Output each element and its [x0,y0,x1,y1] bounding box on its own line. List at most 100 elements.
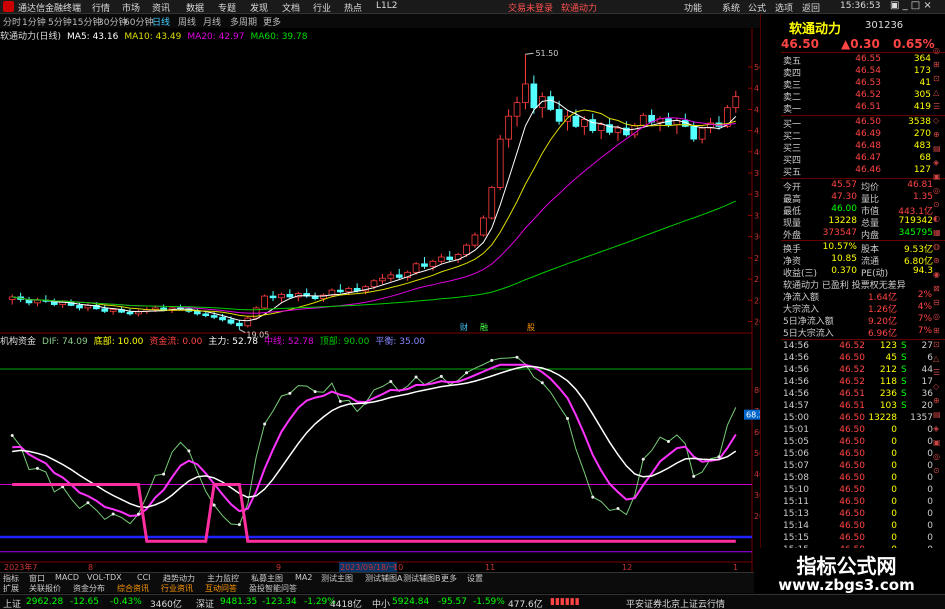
index-zx-label[interactable]: 中小 [372,597,390,609]
tick-time: 15:00 [783,413,809,423]
menu-item[interactable]: L1L2 [376,1,397,11]
period-tab[interactable]: 分时 [3,15,21,28]
index-zx-value: 5924.84 [392,597,430,607]
period-tab[interactable]: 多周期 [230,15,257,28]
menu-item[interactable]: 热点 [344,1,362,14]
tick-time: 15:08 [783,473,809,483]
period-tab[interactable]: 5分钟 [48,15,72,28]
menu-item[interactable]: 公式 [748,1,766,14]
tick-volume: 0 [891,473,897,483]
dif-dot [35,466,39,470]
menu-item[interactable]: 文档 [282,1,300,14]
menu-item[interactable]: 数据 [186,1,204,14]
period-tab[interactable]: 更多 [263,15,281,28]
menu-item[interactable]: 返回 [802,1,820,14]
tick-count: 36 [921,389,933,399]
broker-name: 平安证券北京上证云行情 [626,600,726,609]
ask-price: 46.52 [855,90,881,100]
candle-body [496,138,504,188]
dif-dot [666,440,670,444]
tick-time: 14:56 [783,389,809,399]
extension-tab[interactable]: 互动问答 [205,583,237,594]
tick-direction: S [901,401,907,411]
tick-row: 15:05 46.50 0 0 [761,437,945,448]
candle-body [412,263,420,273]
candle-body [538,96,546,109]
extension-tab[interactable]: 盈投智能问答 [249,583,297,594]
ask-price: 46.54 [855,66,881,76]
indicator-tab[interactable]: CCI [137,573,151,582]
tick-row: 14:56 46.51 236 S 36 [761,389,945,400]
trend-line-white [12,365,737,508]
tick-count: 0 [927,533,933,543]
index-sh-label[interactable]: 上证 [3,597,21,609]
candle-body [227,319,235,324]
indicator-tab[interactable]: MA2 [295,573,312,582]
side-toolbar[interactable]: ◎ ⊞ ⊡ △ ☰ ◇ ⊕ ▤ ◈ ▣ ◎ ⊙ ◐ ▦ ◍ ⊛ ◉ ⊠ ⊟ ◎ ⊞ ⊡ △ ☰ ◇ ⊕ ▤ ◈ ▣ ◎ ⊙ [933,44,945,478]
stat-value: 45.57 [831,180,857,190]
dif-dot [389,379,393,383]
menu-item[interactable]: 选项 [775,1,793,14]
menu-item[interactable]: 系统 [722,1,740,14]
tick-row: 15:07 46.50 0 0 [761,461,945,472]
stat-value: 47.30 [831,192,857,202]
candle-body [446,256,454,260]
dif-dot [288,391,292,395]
candle-body [572,115,580,127]
tick-count: 20 [921,401,933,411]
period-tab-active[interactable]: 日线 [152,15,170,28]
tick-count: 0 [927,521,933,531]
extension-tab[interactable]: 扩展 [3,583,19,594]
divider [781,339,945,340]
dif-dot [136,512,140,516]
period-tab[interactable]: 月线 [203,15,221,28]
menu-item[interactable]: 专题 [218,1,236,14]
bid-price: 46.48 [855,141,881,151]
tick-row: 14:56 46.52 212 S 44 [761,365,945,376]
stat-value: 0.370 [831,266,857,276]
stat-row: 现量 13228 总量 719342 [761,216,945,229]
login-status[interactable]: 交易未登录 [508,1,553,14]
extension-tab[interactable]: 资金分布 [73,583,105,594]
ask-price: 46.53 [855,78,881,88]
tick-price: 46.51 [839,389,865,399]
tick-price: 46.50 [839,509,865,519]
menu-item[interactable]: 资讯 [152,1,170,14]
kline-chart[interactable]: 50.0047.5045.0042.5040.0037.5035.0032.50… [0,28,760,572]
period-tab[interactable]: 60分钟 [124,15,153,28]
tick-price: 46.51 [839,401,865,411]
window-controls[interactable]: ▣ _ □ × [890,0,932,11]
candle-body [336,289,344,293]
extension-tab[interactable]: 关联报价 [29,583,61,594]
indicator-tab[interactable]: MACD [55,573,79,582]
extension-tab[interactable]: 综合资讯 [117,583,149,594]
candle-body [698,127,706,140]
menu-item[interactable]: 行情 [92,1,110,14]
tick-direction: S [901,353,907,363]
price-change-pct: 0.65% [893,37,935,51]
tick-volume: 0 [891,449,897,459]
bid-label: 买五 [783,168,802,178]
indicator-value: DIF: 74.09 [42,337,88,347]
period-tab[interactable]: 1分钟 [22,15,46,28]
menu-item[interactable]: 功能 [684,1,702,14]
tick-direction: S [901,389,907,399]
tick-count: 0 [927,425,933,435]
event-tag: 股 [527,323,535,332]
flow-pct: 2% [917,290,932,300]
menu-item[interactable]: 市场 [122,1,140,14]
tick-price: 46.50 [839,425,865,435]
tick-volume: 0 [891,437,897,447]
period-tab[interactable]: 周线 [178,15,196,28]
bid-row: 买一 46.50 3538 [761,117,945,130]
indicator-tab[interactable]: VOL-TDX [87,573,122,582]
extension-tab[interactable]: 行业资讯 [161,583,193,594]
flow-pct: 7% [917,314,932,324]
index-sh-pct: -0.43% [110,597,142,607]
indicator-title: 机构资金 [0,337,37,347]
ask-volume: 173 [913,66,931,76]
menu-item[interactable]: 行业 [313,1,331,14]
bid-row: 买三 46.48 483 [761,141,945,154]
menu-item[interactable]: 发现 [250,1,268,14]
index-sz-label[interactable]: 深证 [196,597,214,609]
